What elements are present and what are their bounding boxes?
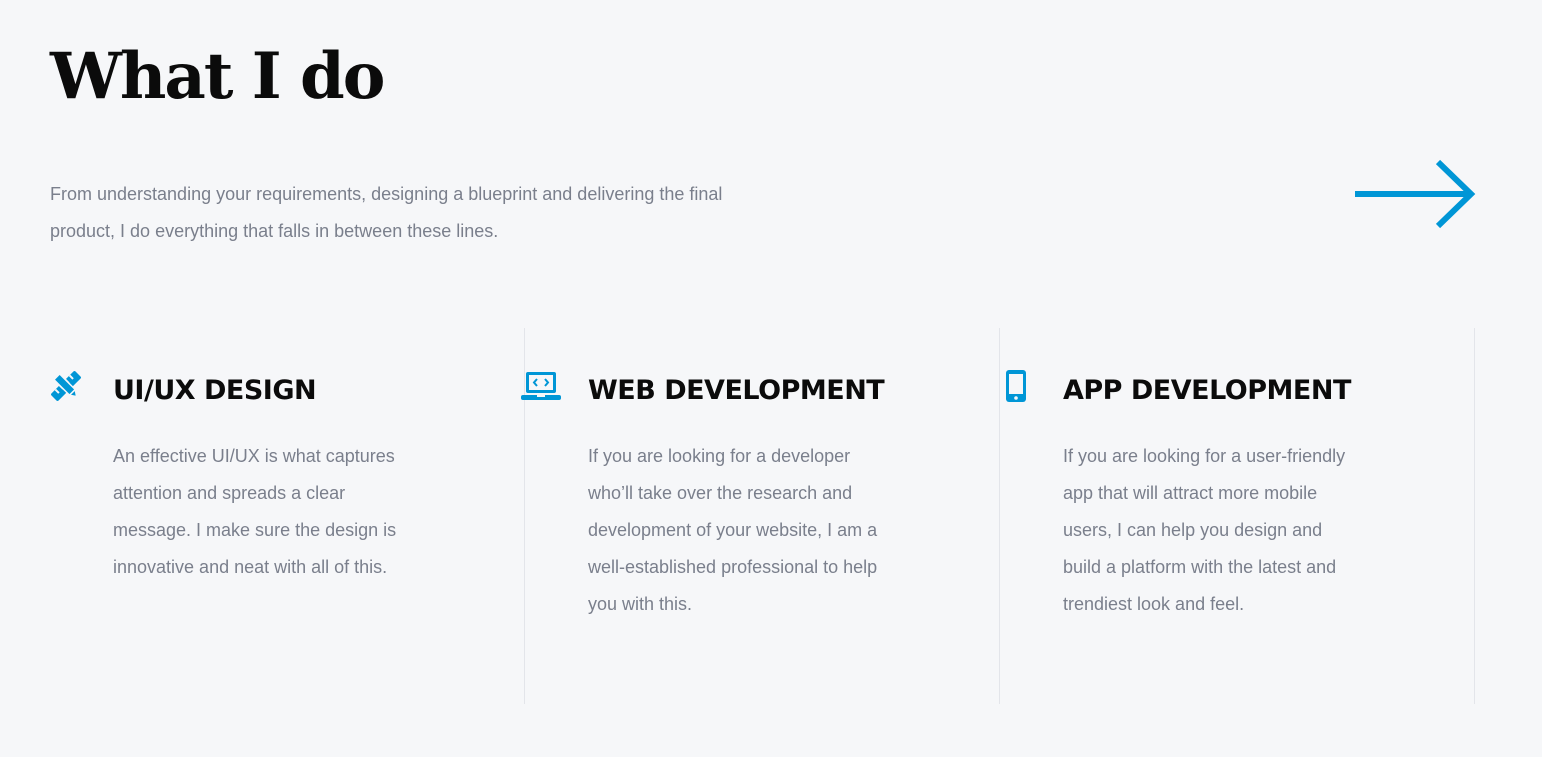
laptop-code-icon: [521, 372, 561, 400]
next-arrow-button[interactable]: [1352, 158, 1478, 230]
service-ui-ux-design: UI/UX DESIGN An effective UI/UX is what …: [50, 328, 525, 704]
service-description: An effective UI/UX is what captures atte…: [113, 446, 397, 577]
service-description: If you are looking for a developer who’l…: [588, 446, 878, 614]
service-description: If you are looking for a user-friendly a…: [1063, 446, 1346, 614]
service-title: APP DEVELOPMENT: [1063, 375, 1351, 406]
arrow-right-icon: [1355, 159, 1476, 229]
pencil-ruler-icon: [51, 371, 81, 401]
section-intro: From understanding your requirements, de…: [50, 184, 723, 241]
service-title: WEB DEVELOPMENT: [588, 375, 885, 406]
services-list: UI/UX DESIGN An effective UI/UX is what …: [50, 328, 1475, 704]
service-title: UI/UX DESIGN: [113, 375, 317, 406]
service-web-development: WEB DEVELOPMENT If you are looking for a…: [521, 328, 1000, 704]
service-app-development: APP DEVELOPMENT If you are looking for a…: [1000, 328, 1475, 704]
mobile-phone-icon: [1006, 370, 1026, 402]
section-title: What I do: [50, 39, 385, 114]
